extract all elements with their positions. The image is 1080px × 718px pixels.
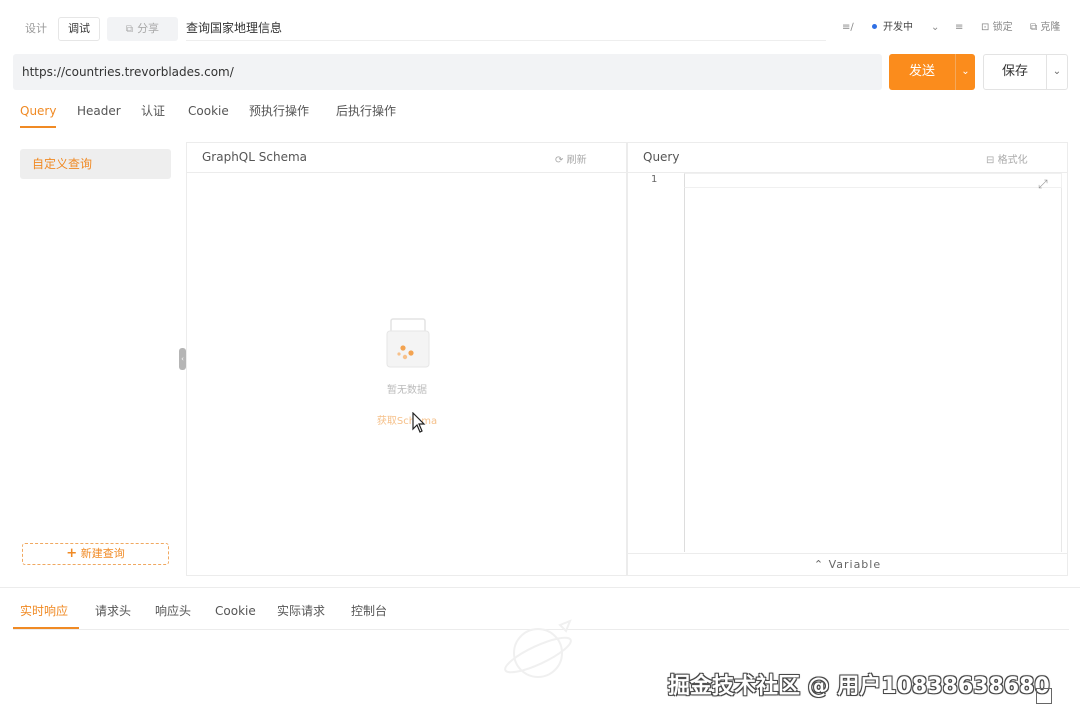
format-button[interactable]: ⊟ 格式化 xyxy=(986,151,1028,166)
grid-icon[interactable] xyxy=(1036,688,1052,704)
tab-console[interactable]: 控制台 xyxy=(351,600,387,622)
tab-cookie[interactable]: Cookie xyxy=(188,100,229,122)
active-tab-indicator xyxy=(20,126,56,128)
tab-live-response[interactable]: 实时响应 xyxy=(20,600,68,622)
tab-post-script[interactable]: 后执行操作 xyxy=(336,100,396,122)
tab-response-headers[interactable]: 响应头 xyxy=(155,600,191,622)
sort-icon[interactable]: ≡ xyxy=(955,21,963,35)
query-panel-header: Query ⊟ 格式化 xyxy=(628,143,1067,173)
share-label: 分享 xyxy=(137,22,160,35)
rocket-planet-icon xyxy=(504,619,572,678)
save-options-chevron-icon[interactable]: ⌄ xyxy=(1046,54,1068,90)
expand-icon[interactable]: ⤢ xyxy=(1038,177,1048,192)
query-panel: Query ⊟ 格式化 1 ⤢ ⌃ Variable xyxy=(627,142,1068,576)
refresh-label: 刷新 xyxy=(566,155,587,166)
schema-panel-header: GraphQL Schema ⟳ 刷新 xyxy=(187,143,626,173)
tab-actual-request[interactable]: 实际请求 xyxy=(277,600,325,622)
query-editor[interactable] xyxy=(684,173,1062,552)
section-divider xyxy=(0,587,1080,588)
watermark-text: 掘金技术社区 @ 用户10838638680 xyxy=(668,674,1050,699)
sidebar-item-custom-query[interactable]: 自定义查询 xyxy=(20,149,171,179)
format-icon: ⊟ xyxy=(986,155,995,166)
refresh-button[interactable]: ⟳ 刷新 xyxy=(555,151,587,166)
chevron-up-icon: ⌃ xyxy=(813,558,825,571)
tab-pre-script[interactable]: 预执行操作 xyxy=(249,100,309,122)
empty-state-text: 暂无数据 xyxy=(387,385,427,396)
active-response-tab-indicator xyxy=(13,627,79,629)
plus-icon: + xyxy=(66,546,78,561)
mouse-cursor-icon xyxy=(412,412,426,433)
edit-icon[interactable]: ≡∕ xyxy=(842,21,854,35)
schema-panel: GraphQL Schema ⟳ 刷新 暂无数据 获取Schema xyxy=(186,142,627,576)
clone-label: 克隆 xyxy=(1040,22,1061,33)
environment-label: 开发中 xyxy=(883,22,913,33)
tab-response-cookie[interactable]: Cookie xyxy=(215,600,256,622)
lock-icon: ⊡ xyxy=(981,22,990,33)
tab-header[interactable]: Header xyxy=(77,100,121,122)
editor-active-line xyxy=(684,173,1062,188)
lock-button[interactable]: ⊡ 锁定 xyxy=(981,21,1013,35)
save-button[interactable]: 保存 xyxy=(983,54,1047,90)
variable-toggle[interactable]: ⌃ Variable xyxy=(628,553,1067,575)
top-bar: 设计 调试 ⧉ 分享 查询国家地理信息 ≡∕ 开发中 ⌄ ≡ ⊡ 锁定 ⧉ 克隆 xyxy=(0,0,1080,44)
environment-select[interactable]: 开发中 xyxy=(872,21,913,35)
tab-request-headers[interactable]: 请求头 xyxy=(95,600,131,622)
new-query-label: 新建查询 xyxy=(80,547,125,560)
api-name-input[interactable]: 查询国家地理信息 xyxy=(186,19,826,41)
send-options-chevron-icon[interactable]: ⌄ xyxy=(955,54,975,90)
empty-state: 暂无数据 获取Schema xyxy=(347,317,467,427)
mode-design-tab[interactable]: 设计 xyxy=(16,17,56,41)
format-label: 格式化 xyxy=(997,155,1028,166)
url-input[interactable]: https://countries.trevorblades.com/ xyxy=(13,54,882,90)
new-query-button[interactable]: + 新建查询 xyxy=(22,543,169,565)
query-panel-title: Query xyxy=(643,150,680,164)
send-button[interactable]: 发送 xyxy=(889,54,955,90)
variable-label: Variable xyxy=(828,558,882,571)
share-icon: ⧉ xyxy=(125,24,134,35)
share-button[interactable]: ⧉ 分享 xyxy=(107,17,178,41)
collapse-sidebar-handle[interactable]: ‹ xyxy=(179,348,186,370)
lock-label: 锁定 xyxy=(992,22,1013,33)
refresh-icon: ⟳ xyxy=(555,155,564,166)
mode-debug-tab[interactable]: 调试 xyxy=(58,17,100,41)
clone-icon: ⧉ xyxy=(1030,22,1038,33)
fetch-schema-link[interactable]: 获取Schema xyxy=(347,412,467,427)
line-number: 1 xyxy=(651,174,658,185)
chevron-down-icon[interactable]: ⌄ xyxy=(931,21,939,35)
clone-button[interactable]: ⧉ 克隆 xyxy=(1030,21,1060,35)
env-status-dot xyxy=(872,24,877,29)
tab-auth[interactable]: 认证 xyxy=(141,100,165,122)
empty-box-icon xyxy=(386,318,430,368)
schema-panel-title: GraphQL Schema xyxy=(202,150,307,164)
tab-query[interactable]: Query xyxy=(20,100,56,122)
